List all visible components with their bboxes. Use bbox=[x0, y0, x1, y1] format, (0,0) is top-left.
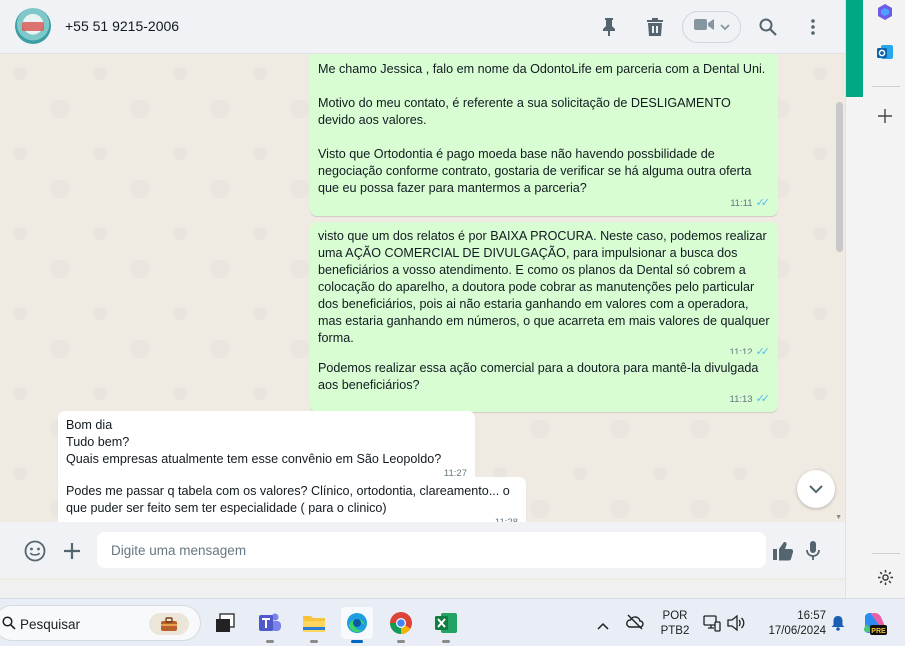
teams-icon[interactable] bbox=[254, 607, 286, 643]
message-time: 11:11 bbox=[730, 198, 753, 209]
message-meta: 11:13 ✓✓ bbox=[729, 391, 770, 408]
copilot-app-icon[interactable] bbox=[875, 2, 895, 22]
message-outgoing[interactable]: Podemos realizar essa ação comercial par… bbox=[310, 354, 778, 412]
task-view-icon[interactable] bbox=[209, 607, 241, 639]
emoji-icon[interactable] bbox=[23, 539, 47, 563]
briefcase-icon bbox=[149, 613, 189, 635]
clock[interactable]: 16:57 17/06/2024 bbox=[758, 609, 826, 639]
taskbar-search-box[interactable]: Pesquisar bbox=[0, 605, 201, 641]
pin-icon[interactable] bbox=[596, 14, 622, 40]
input-language[interactable]: POR PTB2 bbox=[659, 609, 691, 639]
app-running-indicator bbox=[397, 640, 405, 643]
message-text: Podes me passar q tabela com os valores?… bbox=[66, 484, 514, 515]
video-call-icon bbox=[693, 18, 714, 36]
notification-bell-icon[interactable] bbox=[831, 615, 845, 636]
message-incoming[interactable]: Bom dia Tudo bem? Quais empresas atualme… bbox=[58, 411, 475, 486]
video-call-button[interactable] bbox=[682, 11, 741, 43]
scroll-down-arrow-icon[interactable]: ▼ bbox=[835, 514, 842, 521]
message-text: visto que um dos relatos é por BAIXA PRO… bbox=[318, 229, 774, 345]
read-ticks-icon: ✓✓ bbox=[755, 393, 771, 405]
side-rail bbox=[845, 0, 905, 598]
divider bbox=[872, 553, 900, 554]
app-running-indicator bbox=[310, 640, 318, 643]
outlook-app-icon[interactable] bbox=[875, 42, 895, 62]
window-accent-strip bbox=[846, 0, 863, 97]
message-list[interactable]: Me chamo Jessica , falo em nome da Odont… bbox=[0, 54, 845, 522]
message-text: Me chamo Jessica , falo em nome da Odont… bbox=[318, 62, 766, 195]
thumbs-up-icon[interactable] bbox=[771, 539, 795, 563]
microphone-icon[interactable] bbox=[801, 539, 825, 563]
file-explorer-icon[interactable] bbox=[298, 607, 330, 643]
search-icon bbox=[2, 616, 16, 635]
chevron-down-icon bbox=[719, 18, 730, 36]
message-meta: 11:28 bbox=[495, 514, 518, 522]
message-outgoing[interactable]: visto que um dos relatos é por BAIXA PRO… bbox=[310, 222, 778, 365]
app-active-indicator bbox=[351, 640, 363, 643]
keyboard-layout: PTB2 bbox=[660, 625, 690, 637]
app-running-indicator bbox=[442, 640, 450, 643]
taskbar: Pesquisar POR PTB2 16:57 17/06/2024 PRE bbox=[0, 598, 905, 646]
more-vertical-icon[interactable] bbox=[800, 14, 826, 40]
search-icon[interactable] bbox=[755, 14, 781, 40]
network-icon[interactable] bbox=[703, 614, 721, 637]
sync-disabled-icon[interactable] bbox=[626, 614, 644, 635]
copilot-pre-icon[interactable]: PRE bbox=[861, 610, 887, 641]
contact-avatar[interactable] bbox=[15, 8, 51, 44]
search-label: Pesquisar bbox=[20, 617, 81, 632]
app-running-indicator bbox=[266, 640, 274, 643]
volume-icon[interactable] bbox=[727, 614, 745, 636]
chrome-browser-icon[interactable] bbox=[385, 607, 417, 643]
chat-window: +55 51 9215-2006 Me chamo Jessica , falo… bbox=[0, 0, 845, 580]
chevron-down-icon bbox=[809, 484, 823, 493]
contact-name[interactable]: +55 51 9215-2006 bbox=[65, 18, 179, 34]
svg-text:PRE: PRE bbox=[871, 628, 886, 635]
clock-time: 16:57 bbox=[797, 610, 826, 622]
settings-gear-icon[interactable] bbox=[875, 567, 895, 587]
edge-browser-icon[interactable] bbox=[341, 607, 373, 643]
message-incoming[interactable]: Podes me passar q tabela com os valores?… bbox=[58, 477, 526, 522]
scroll-to-bottom-button[interactable] bbox=[797, 470, 835, 508]
attach-plus-icon[interactable] bbox=[60, 539, 84, 563]
divider bbox=[872, 86, 900, 87]
message-text: Bom dia Tudo bem? Quais empresas atualme… bbox=[66, 418, 442, 466]
add-icon[interactable] bbox=[875, 106, 895, 126]
trash-icon[interactable] bbox=[642, 14, 668, 40]
message-time: 11:28 bbox=[495, 514, 518, 522]
read-ticks-icon: ✓✓ bbox=[755, 197, 771, 209]
message-outgoing[interactable]: Me chamo Jessica , falo em nome da Odont… bbox=[310, 54, 778, 216]
clock-date: 17/06/2024 bbox=[768, 625, 826, 637]
chevron-up-icon[interactable] bbox=[597, 617, 609, 635]
message-meta: 11:11 ✓✓ bbox=[730, 195, 770, 212]
composer bbox=[0, 522, 845, 578]
excel-icon[interactable] bbox=[430, 607, 462, 643]
chat-header: +55 51 9215-2006 bbox=[0, 0, 845, 54]
scrollbar-thumb[interactable] bbox=[836, 102, 843, 252]
message-input[interactable] bbox=[97, 532, 766, 568]
message-time: 11:13 bbox=[729, 394, 753, 405]
language-code: POR bbox=[662, 610, 688, 622]
message-text: Podemos realizar essa ação comercial par… bbox=[318, 361, 762, 392]
